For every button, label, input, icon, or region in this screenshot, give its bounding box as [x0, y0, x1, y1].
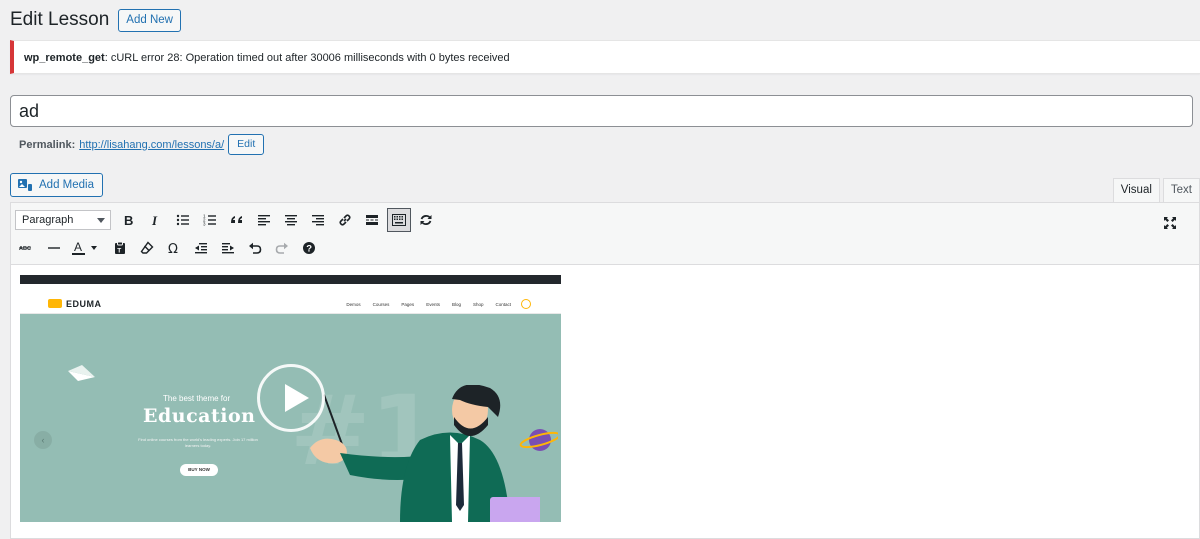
svg-text:ABC: ABC: [19, 246, 31, 252]
bullet-list-icon[interactable]: [171, 208, 195, 232]
permalink-label: Permalink:: [19, 138, 76, 151]
numbered-list-icon[interactable]: 123: [198, 208, 222, 232]
italic-icon[interactable]: I: [144, 208, 168, 232]
paper-plane-icon: [68, 365, 95, 381]
page-header: Edit Lesson Add New: [10, 8, 181, 32]
preview-menu-item: Events: [426, 302, 440, 307]
preview-menu-item: Courses: [372, 302, 390, 307]
preview-hero-subtitle: The best theme for: [163, 394, 231, 403]
refresh-icon[interactable]: [414, 208, 438, 232]
read-more-icon[interactable]: [360, 208, 384, 232]
chevron-down-icon: [97, 218, 105, 223]
align-left-icon[interactable]: [252, 208, 276, 232]
format-select-value: Paragraph: [22, 214, 74, 226]
indent-icon[interactable]: [216, 236, 240, 260]
tab-text[interactable]: Text: [1162, 178, 1200, 202]
redo-icon[interactable]: [270, 236, 294, 260]
strikethrough-icon[interactable]: ABC: [15, 236, 39, 260]
preview-menu-item: Pages: [401, 302, 415, 307]
toolbar-row-1: Paragraph B I 123: [15, 208, 441, 232]
post-title-input[interactable]: ad: [10, 95, 1193, 127]
editor: Paragraph B I 123 ABC A T Ω ? EDUMA Demo…: [10, 202, 1200, 539]
add-new-button[interactable]: Add New: [118, 8, 181, 32]
clear-formatting-icon[interactable]: [135, 236, 159, 260]
teacher-illustration: [310, 385, 540, 522]
embedded-image[interactable]: EDUMA Demos Courses Pages Events Blog Sh…: [20, 275, 561, 522]
add-media-icon: [18, 179, 32, 191]
align-right-icon[interactable]: [306, 208, 330, 232]
bold-icon[interactable]: B: [117, 208, 141, 232]
editor-tabs: Visual Text: [1110, 178, 1200, 202]
preview-menu-item: Contact: [495, 302, 511, 307]
planet-icon: [519, 429, 558, 451]
special-character-icon[interactable]: Ω: [162, 236, 186, 260]
preview-menu-item: Shop: [472, 302, 484, 307]
align-center-icon[interactable]: [279, 208, 303, 232]
svg-text:?: ?: [306, 244, 312, 255]
svg-text:Ω: Ω: [168, 242, 178, 255]
permalink-link[interactable]: http://lisahang.com/lessons/a/: [79, 139, 224, 151]
preview-buy-button: BUY NOW: [180, 464, 218, 476]
preview-menu-item: Blog: [451, 302, 461, 307]
notice-message: : cURL error 28: Operation timed out aft…: [104, 52, 510, 64]
svg-text:B: B: [124, 213, 133, 227]
add-media-label: Add Media: [39, 179, 94, 191]
search-icon: [521, 299, 531, 309]
svg-text:A: A: [74, 240, 82, 254]
preview-hero-title: Education: [143, 405, 256, 427]
notice-code: wp_remote_get: [24, 52, 105, 64]
paste-text-icon[interactable]: T: [108, 236, 132, 260]
blockquote-icon[interactable]: [225, 208, 249, 232]
preview-hero-description: Find online courses from the world's lea…: [138, 437, 258, 448]
svg-text:3: 3: [203, 222, 206, 227]
preview-logo: EDUMA: [66, 299, 102, 309]
svg-text:I: I: [151, 213, 158, 227]
page-title: Edit Lesson: [10, 9, 110, 30]
toolbar-toggle-icon[interactable]: [387, 208, 411, 232]
preview-menu: Demos Courses Pages Events Blog Shop Con…: [346, 302, 511, 307]
add-media-button[interactable]: Add Media: [10, 173, 103, 197]
editor-toolbar: Paragraph B I 123 ABC A T Ω ?: [11, 203, 1199, 265]
horizontal-line-icon[interactable]: [42, 236, 66, 260]
tab-visual[interactable]: Visual: [1112, 178, 1160, 202]
play-icon: [257, 364, 325, 432]
preview-site-header: EDUMA Demos Courses Pages Events Blog Sh…: [20, 284, 561, 314]
graduation-cap-icon: [48, 299, 62, 308]
outdent-icon[interactable]: [189, 236, 213, 260]
error-notice: wp_remote_get: cURL error 28: Operation …: [10, 40, 1200, 74]
fullscreen-icon[interactable]: [1158, 211, 1182, 235]
chevron-left-icon: ‹: [34, 431, 52, 449]
svg-text:T: T: [117, 248, 121, 255]
toolbar-row-2: ABC A T Ω ?: [15, 236, 324, 260]
preview-menu-item: Demos: [346, 302, 361, 307]
link-icon[interactable]: [333, 208, 357, 232]
format-select[interactable]: Paragraph: [15, 210, 111, 230]
permalink-edit-button[interactable]: Edit: [228, 134, 265, 155]
help-icon[interactable]: ?: [297, 236, 321, 260]
text-color-icon[interactable]: A: [69, 236, 105, 260]
undo-icon[interactable]: [243, 236, 267, 260]
preview-adminbar: [20, 275, 561, 284]
permalink-row: Permalink: http://lisahang.com/lessons/a…: [19, 134, 265, 155]
